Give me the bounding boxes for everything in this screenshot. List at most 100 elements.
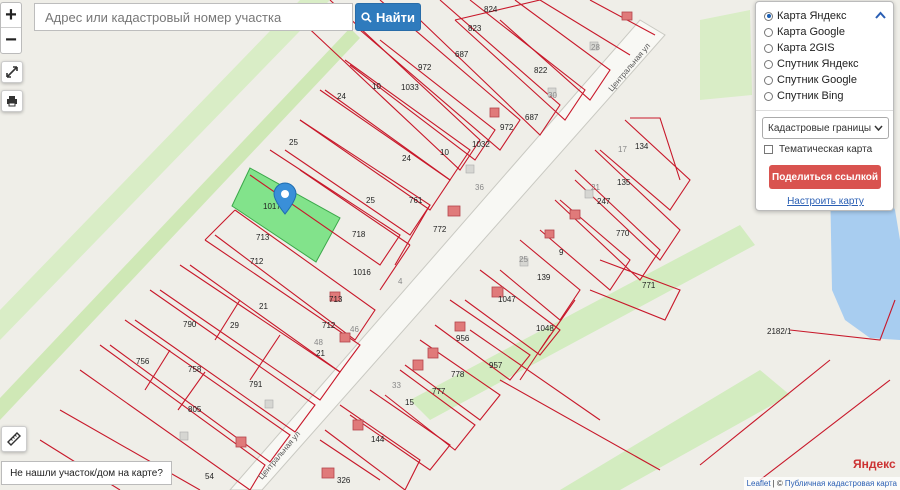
parcel-label[interactable]: 1032 bbox=[472, 140, 490, 149]
parcel-label[interactable]: 822 bbox=[534, 66, 548, 75]
parcel-label[interactable]: 770 bbox=[616, 229, 630, 238]
parcel-label[interactable]: 25 bbox=[519, 255, 528, 264]
parcel-label[interactable]: 956 bbox=[456, 334, 470, 343]
parcel-label[interactable]: 687 bbox=[455, 50, 469, 59]
parcel-label[interactable]: 24 bbox=[337, 92, 346, 101]
parcel-label[interactable]: 772 bbox=[433, 225, 447, 234]
parcel-label[interactable]: 48 bbox=[314, 338, 323, 347]
parcel-label[interactable]: 761 bbox=[409, 196, 423, 205]
parcel-label[interactable]: 326 bbox=[337, 476, 351, 485]
parcel-label[interactable]: 134 bbox=[635, 142, 649, 151]
zoom-out-button[interactable]: − bbox=[1, 28, 21, 53]
parcel-label[interactable]: 771 bbox=[642, 281, 656, 290]
search-input[interactable] bbox=[34, 3, 353, 31]
not-found-button[interactable]: Не нашли участок/дом на карте? bbox=[1, 461, 172, 485]
thematic-map-checkbox[interactable] bbox=[764, 145, 773, 154]
search-icon bbox=[361, 11, 372, 23]
parcel-label[interactable]: 4 bbox=[398, 277, 403, 286]
layers-panel: Карта Яндекс Карта Google Карта 2GIS Спу… bbox=[755, 1, 894, 211]
parcel-label[interactable]: 28 bbox=[591, 43, 600, 52]
parcel-label[interactable]: 805 bbox=[188, 405, 202, 414]
parcel-label[interactable]: 144 bbox=[371, 435, 385, 444]
layer-option-yandex-map[interactable]: Карта Яндекс bbox=[764, 9, 846, 23]
parcel-label[interactable]: 9 bbox=[559, 248, 564, 257]
layer-option-google-map[interactable]: Карта Google bbox=[764, 25, 845, 39]
layer-option-bing-satellite[interactable]: Спутник Bing bbox=[764, 89, 844, 103]
thematic-map-label: Тематическая карта bbox=[779, 144, 873, 155]
parcel-label[interactable]: 1033 bbox=[401, 83, 419, 92]
parcel-label[interactable]: 790 bbox=[183, 320, 197, 329]
parcel-label[interactable]: 712 bbox=[322, 321, 336, 330]
layer-option-2gis-map[interactable]: Карта 2GIS bbox=[764, 41, 835, 55]
parcel-label[interactable]: 2182/1 bbox=[767, 327, 792, 336]
parcel-label[interactable]: 21 bbox=[591, 183, 600, 192]
parcel-label[interactable]: 1016 bbox=[353, 268, 371, 277]
layer-option-label: Карта 2GIS bbox=[777, 42, 835, 54]
fullscreen-button[interactable] bbox=[1, 61, 23, 83]
parcel-label[interactable]: 972 bbox=[500, 123, 514, 132]
parcel-label[interactable]: 24 bbox=[402, 154, 411, 163]
parcel-label[interactable]: 21 bbox=[316, 349, 325, 358]
chevron-down-icon bbox=[874, 125, 883, 131]
parcel-label[interactable]: 712 bbox=[250, 257, 264, 266]
parcel-label[interactable]: 21 bbox=[259, 302, 268, 311]
search-button[interactable]: Найти bbox=[355, 3, 421, 31]
parcel-label[interactable]: 756 bbox=[136, 357, 150, 366]
parcel-label[interactable]: 46 bbox=[350, 325, 359, 334]
parcel-label[interactable]: 36 bbox=[475, 183, 484, 192]
parcel-label[interactable]: 25 bbox=[289, 138, 298, 147]
parcel-label[interactable]: 1047 bbox=[498, 295, 516, 304]
parcel-label[interactable]: 778 bbox=[451, 370, 465, 379]
parcel-label[interactable]: 25 bbox=[366, 196, 375, 205]
thematic-map-toggle[interactable]: Тематическая карта bbox=[764, 144, 872, 155]
radio-button[interactable] bbox=[764, 11, 773, 21]
parcel-label[interactable]: 135 bbox=[617, 178, 631, 187]
parcel-label[interactable]: 824 bbox=[484, 5, 498, 14]
parcel-label[interactable]: 777 bbox=[432, 387, 446, 396]
parcel-label[interactable]: 1048 bbox=[536, 324, 554, 333]
zoom-in-button[interactable]: + bbox=[1, 3, 21, 28]
layer-option-google-satellite[interactable]: Спутник Google bbox=[764, 73, 857, 87]
share-link-button[interactable]: Поделиться ссылкой bbox=[769, 165, 881, 189]
parcel-label[interactable]: 718 bbox=[352, 230, 366, 239]
radio-button[interactable] bbox=[764, 75, 773, 85]
leaflet-link[interactable]: Leaflet bbox=[747, 479, 771, 488]
parcel-label[interactable]: 758 bbox=[188, 365, 202, 374]
search-button-label: Найти bbox=[376, 9, 415, 25]
parcel-label[interactable]: 791 bbox=[249, 380, 263, 389]
print-button[interactable] bbox=[1, 90, 23, 112]
panel-divider bbox=[756, 110, 893, 111]
parcel-label[interactable]: 823 bbox=[468, 24, 482, 33]
ruler-icon bbox=[7, 432, 21, 446]
zoom-control: + − bbox=[0, 2, 22, 54]
yandex-logo: Яндекс bbox=[853, 457, 896, 471]
layer-option-label: Спутник Яндекс bbox=[777, 58, 859, 70]
parcel-label[interactable]: 957 bbox=[489, 361, 503, 370]
parcel-label[interactable]: 15 bbox=[405, 398, 414, 407]
parcel-label[interactable]: 29 bbox=[230, 321, 239, 330]
cadastral-map-link[interactable]: Публичная кадастровая карта bbox=[785, 479, 897, 488]
parcel-label[interactable]: 687 bbox=[525, 113, 539, 122]
parcel-label[interactable]: 713 bbox=[256, 233, 270, 242]
configure-map-link[interactable]: Настроить карту bbox=[756, 196, 895, 207]
parcel-label[interactable]: 33 bbox=[392, 381, 401, 390]
parcel-label[interactable]: 30 bbox=[548, 91, 557, 100]
measure-button[interactable] bbox=[1, 426, 27, 452]
parcel-label[interactable]: 10 bbox=[440, 148, 449, 157]
collapse-chevron-icon[interactable] bbox=[875, 11, 886, 19]
layer-option-label: Карта Google bbox=[777, 26, 845, 38]
parcel-label[interactable]: 10 bbox=[372, 82, 381, 91]
parcel-label[interactable]: 972 bbox=[418, 63, 432, 72]
parcel-label[interactable]: 247 bbox=[597, 197, 611, 206]
green-area-top-right bbox=[700, 10, 752, 100]
radio-button[interactable] bbox=[764, 59, 773, 69]
layer-option-yandex-satellite[interactable]: Спутник Яндекс bbox=[764, 57, 859, 71]
parcel-label[interactable]: 54 bbox=[205, 472, 214, 481]
parcel-label[interactable]: 713 bbox=[329, 295, 343, 304]
radio-button[interactable] bbox=[764, 91, 773, 101]
overlay-select[interactable]: Кадастровые границы bbox=[762, 117, 889, 139]
parcel-label[interactable]: 17 bbox=[618, 145, 627, 154]
radio-button[interactable] bbox=[764, 27, 773, 37]
radio-button[interactable] bbox=[764, 43, 773, 53]
parcel-label[interactable]: 139 bbox=[537, 273, 551, 282]
